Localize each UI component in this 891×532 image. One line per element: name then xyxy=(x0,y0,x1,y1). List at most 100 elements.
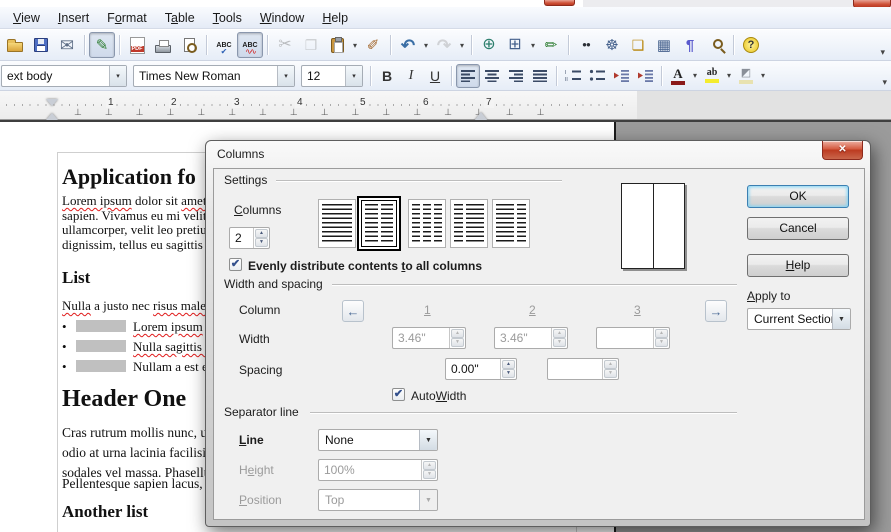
background-color-button[interactable]: ◩ xyxy=(734,64,758,88)
increase-indent-icon xyxy=(637,69,653,82)
formatting-marks-button[interactable]: ¶ xyxy=(677,32,703,58)
page-preview-button[interactable] xyxy=(176,32,202,58)
chevron-down-icon[interactable]: ▾ xyxy=(109,66,126,86)
find-replace-button[interactable]: ●● xyxy=(573,32,599,58)
cancel-button[interactable]: Cancel xyxy=(747,217,849,240)
dialog-title: Columns xyxy=(217,147,264,161)
menu-view[interactable]: View xyxy=(4,8,49,28)
align-left-button[interactable] xyxy=(456,64,480,88)
format-paintbrush-button[interactable]: ✐ xyxy=(360,32,386,58)
chevron-down-icon[interactable]: ▾ xyxy=(277,66,294,86)
apply-to-select[interactable]: Current Section ▼ xyxy=(747,308,851,330)
page-magnifier-icon xyxy=(184,38,195,52)
toolbar-overflow-arrow[interactable]: ▾ xyxy=(880,47,885,60)
insert-table-button[interactable]: ⊞ xyxy=(502,32,528,58)
menu-tools[interactable]: Tools xyxy=(204,8,251,28)
increase-indent-button[interactable] xyxy=(633,64,657,88)
spin-up-icon[interactable]: ▲ xyxy=(502,360,515,369)
highlighting-button[interactable]: ab xyxy=(700,64,724,88)
help-dialog-button[interactable]: Help xyxy=(747,254,849,277)
menu-window[interactable]: Window xyxy=(251,8,313,28)
spin-up-icon: ▲ xyxy=(604,360,617,369)
font-color-dropdown-arrow[interactable]: ▾ xyxy=(690,63,700,89)
spin-down-icon[interactable]: ▼ xyxy=(502,369,515,378)
underline-button[interactable]: U xyxy=(423,64,447,88)
font-size-value: 12 xyxy=(302,69,345,83)
paste-dropdown-arrow[interactable]: ▾ xyxy=(350,32,360,58)
menu-format[interactable]: Format xyxy=(98,8,156,28)
font-size-combo[interactable]: 12 ▾ xyxy=(301,65,363,87)
toolbar-overflow-arrow[interactable]: ▾ xyxy=(882,77,887,90)
spin-down-icon: ▼ xyxy=(604,369,617,378)
bold-button[interactable]: B xyxy=(375,64,399,88)
right-margin-marker[interactable] xyxy=(474,105,488,121)
scissors-icon: ✂ xyxy=(278,37,291,53)
field-placeholder xyxy=(76,360,126,372)
group-line xyxy=(276,180,562,181)
autospellcheck-button[interactable]: ABC∿∿ xyxy=(237,32,263,58)
evenly-distribute-checkbox[interactable]: ✔ xyxy=(229,258,242,271)
chevron-down-icon[interactable]: ▼ xyxy=(832,309,850,329)
email-button[interactable]: ✉ xyxy=(54,32,80,58)
undo-button[interactable]: ↶ xyxy=(395,32,421,58)
menu-table[interactable]: Table xyxy=(156,8,204,28)
open-button[interactable] xyxy=(2,32,28,58)
export-pdf-button[interactable]: PDF xyxy=(124,32,150,58)
align-center-button[interactable] xyxy=(480,64,504,88)
justify-button[interactable] xyxy=(528,64,552,88)
table-dropdown-arrow[interactable]: ▾ xyxy=(528,32,538,58)
background-dropdown-arrow[interactable]: ▾ xyxy=(758,63,768,89)
menu-help[interactable]: Help xyxy=(313,8,357,28)
line-style-select[interactable]: None ▼ xyxy=(318,429,438,451)
svg-text:I: I xyxy=(565,70,566,76)
decrease-indent-button[interactable] xyxy=(609,64,633,88)
chevron-down-icon[interactable]: ▼ xyxy=(419,430,437,450)
line-style-label: Line xyxy=(239,433,264,447)
spin-down-icon[interactable]: ▼ xyxy=(255,238,268,247)
scroll-columns-left-button[interactable]: ← xyxy=(342,300,364,322)
checkmark-icon: ✔ xyxy=(394,388,403,400)
toolbar-separator xyxy=(119,35,120,55)
scroll-columns-right-button[interactable]: → xyxy=(705,300,727,322)
numbered-list-button[interactable]: III xyxy=(561,64,585,88)
italic-button[interactable]: I xyxy=(399,64,423,88)
spelling-button[interactable]: ABC✔ xyxy=(211,32,237,58)
draw-functions-button[interactable]: ✏ xyxy=(538,32,564,58)
data-sources-button[interactable]: ▦ xyxy=(651,32,677,58)
highlighting-dropdown-arrow[interactable]: ▾ xyxy=(724,63,734,89)
spin-up-icon[interactable]: ▲ xyxy=(255,229,268,238)
font-color-button[interactable]: A xyxy=(666,64,690,88)
preset-two-columns-selected[interactable] xyxy=(357,196,401,251)
preset-left-narrow[interactable] xyxy=(450,199,488,248)
preset-one-column[interactable] xyxy=(318,199,356,248)
pdf-document-icon: PDF xyxy=(130,37,145,54)
highlighting-icon: ab xyxy=(705,68,719,83)
preset-right-narrow[interactable] xyxy=(492,199,530,248)
paragraph-style-combo[interactable]: ext body ▾ xyxy=(1,65,127,87)
bullet-list-button[interactable] xyxy=(585,64,609,88)
print-button[interactable] xyxy=(150,32,176,58)
chevron-down-icon[interactable]: ▾ xyxy=(345,66,362,86)
menu-insert[interactable]: Insert xyxy=(49,8,98,28)
columns-count-input[interactable]: 2 ▲▼ xyxy=(229,227,270,249)
autowidth-checkbox[interactable]: ✔ xyxy=(392,388,405,401)
undo-dropdown-arrow[interactable]: ▾ xyxy=(421,32,431,58)
zoom-button[interactable] xyxy=(703,32,729,58)
toolbar-separator xyxy=(390,35,391,55)
paste-button[interactable] xyxy=(324,32,350,58)
font-name-combo[interactable]: Times New Roman ▾ xyxy=(133,65,295,87)
navigator-button[interactable]: ☸ xyxy=(599,32,625,58)
hyperlink-button[interactable]: ⊕ xyxy=(476,32,502,58)
preset-three-columns[interactable] xyxy=(408,199,446,248)
save-button[interactable] xyxy=(28,32,54,58)
gallery-button[interactable]: ❏ xyxy=(625,32,651,58)
align-right-button[interactable] xyxy=(504,64,528,88)
spacing-1-input[interactable]: 0.00" ▲▼ xyxy=(445,358,517,380)
help-button[interactable]: ? xyxy=(738,32,764,58)
ok-button[interactable]: OK xyxy=(747,185,849,208)
horizontal-ruler[interactable]: 1 2 3 4 5 6 7 ⊥⊥⊥⊥⊥⊥⊥⊥⊥⊥⊥⊥⊥⊥⊥⊥ xyxy=(0,91,891,120)
dialog-close-button[interactable]: ✕ xyxy=(822,141,863,160)
checkmark-icon: ✔ xyxy=(212,48,236,56)
ruler-ticks xyxy=(6,104,626,106)
edit-file-button[interactable]: ✎ xyxy=(89,32,115,58)
